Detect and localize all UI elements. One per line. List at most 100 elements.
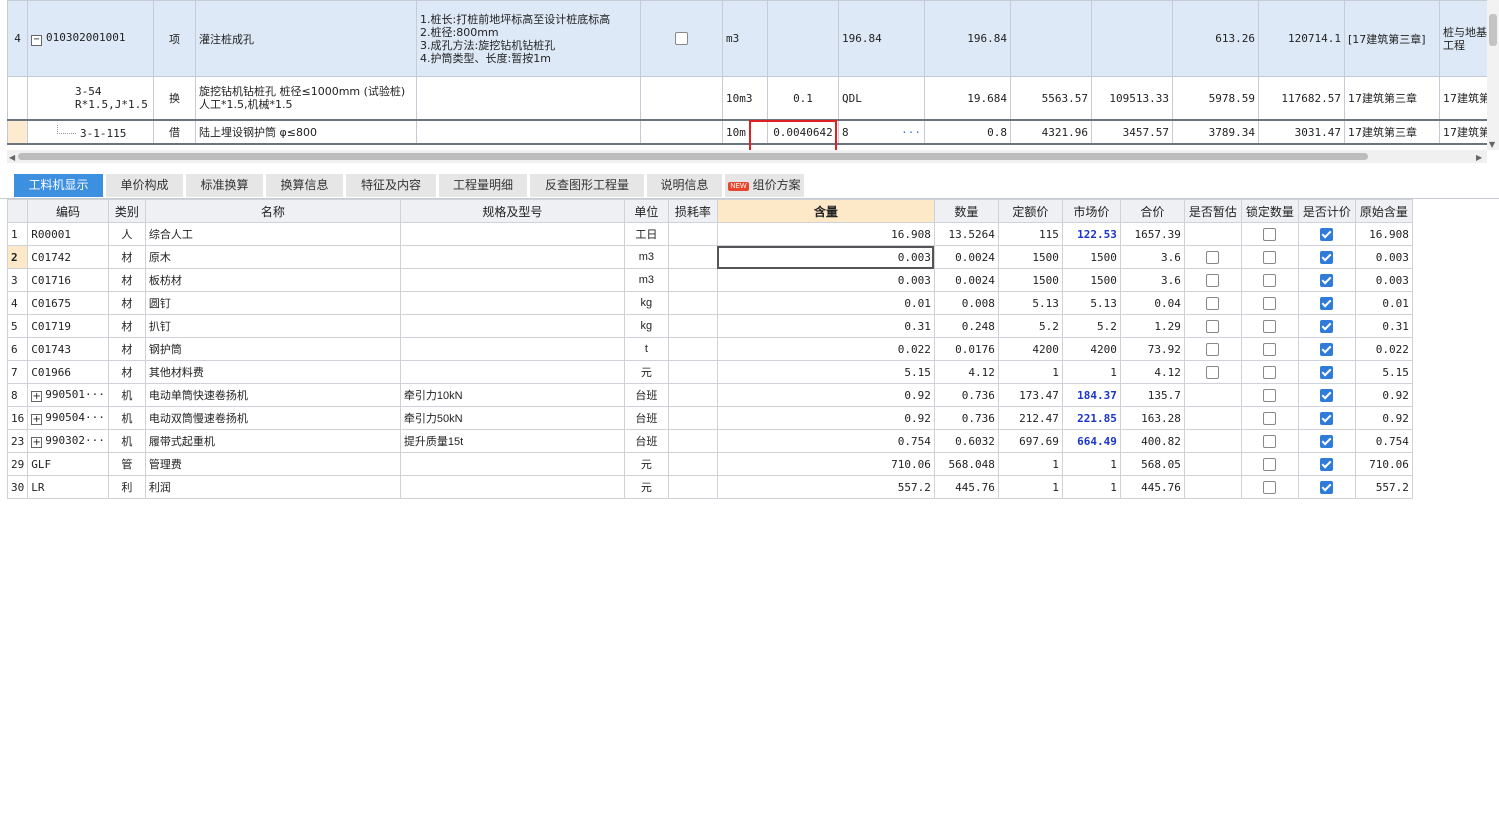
unit-cell[interactable]: 台班 [623, 406, 669, 430]
name-cell[interactable]: 陆上埋设钢护筒 φ≤800 [195, 119, 417, 145]
is-estimate-checkbox[interactable] [1206, 365, 1220, 379]
category-cell[interactable]: 人 [107, 222, 146, 246]
is-priced-checkbox[interactable] [1320, 319, 1334, 333]
code-cell[interactable]: 3-54 R*1.5,J*1.5 [27, 76, 154, 121]
loss-rate-cell[interactable] [667, 291, 718, 315]
content-cell[interactable]: 0.022 [716, 337, 935, 361]
vertical-scroll-thumb[interactable] [1489, 14, 1497, 46]
col-header-is-estimate[interactable]: 是否暂估 [1183, 199, 1242, 223]
col-header-quantity[interactable]: 数量 [933, 199, 999, 223]
content-cell[interactable]: 557.2 [716, 475, 935, 499]
table-row[interactable]: 6 C01743 材钢护筒 t 0.022 0.0176 4200 4200 73.92 0.02… [6, 337, 1413, 361]
unit-cell[interactable]: m3 [722, 0, 768, 77]
lock-qty-checkbox[interactable] [1263, 227, 1277, 241]
lock-qty-cell[interactable] [1240, 429, 1299, 453]
unit-cell[interactable]: t [623, 337, 669, 361]
is-estimate-cell[interactable] [1183, 222, 1242, 246]
collapse-icon[interactable]: − [31, 35, 42, 46]
original-content-cell[interactable]: 0.92 [1354, 406, 1413, 430]
is-estimate-cell[interactable] [1183, 245, 1242, 269]
content-cell[interactable]: 0.003 [716, 245, 935, 269]
loss-rate-cell[interactable] [667, 337, 718, 361]
table-row[interactable]: 16 +990504··· 机电动双筒慢速卷扬机 牵引力50kN 台班 0.92 0.736… [6, 406, 1413, 430]
original-content-cell[interactable]: 16.908 [1354, 222, 1413, 246]
category-cell[interactable]: 材 [107, 360, 146, 384]
tab-unit-price-composition[interactable]: 单价构成 [106, 174, 184, 197]
row-number[interactable]: 6 [6, 337, 29, 361]
market-price-cell[interactable]: 184.37 [1061, 383, 1121, 407]
qty-expr-cell[interactable] [767, 0, 839, 77]
name-cell[interactable]: 综合人工 [144, 222, 401, 246]
loss-rate-cell[interactable] [667, 383, 718, 407]
category-cell[interactable]: 机 [107, 383, 146, 407]
content-cell[interactable]: 0.754 [716, 429, 935, 453]
type-cell[interactable]: 借 [153, 119, 196, 145]
lock-qty-cell[interactable] [1240, 406, 1299, 430]
is-priced-cell[interactable] [1297, 360, 1356, 384]
checkbox-cell[interactable] [640, 119, 723, 145]
table-row[interactable]: 29 GLF 管管理费元 710.06 568.048 1 1 568.05 710.06 [6, 452, 1413, 476]
total-cell[interactable]: 568.05 [1119, 452, 1185, 476]
col-header-index[interactable] [6, 199, 29, 223]
spec-cell[interactable] [399, 268, 625, 292]
is-estimate-cell[interactable] [1183, 429, 1242, 453]
is-estimate-cell[interactable] [1183, 406, 1242, 430]
value-cell[interactable]: 4321.96 [1010, 119, 1092, 145]
total-cell[interactable]: 4.12 [1119, 360, 1185, 384]
col-header-total[interactable]: 合价 [1119, 199, 1185, 223]
code-cell[interactable]: +990501··· [27, 383, 109, 407]
is-priced-cell[interactable] [1297, 475, 1356, 499]
lock-qty-checkbox[interactable] [1263, 273, 1277, 287]
lock-qty-cell[interactable] [1240, 245, 1299, 269]
major-cell[interactable]: 桩与地基工程 [1439, 0, 1494, 77]
checkbox-cell[interactable] [640, 76, 723, 121]
loss-rate-cell[interactable] [667, 268, 718, 292]
is-priced-cell[interactable] [1297, 314, 1356, 338]
col-header-market-price[interactable]: 市场价 [1061, 199, 1121, 223]
lock-qty-cell[interactable] [1240, 314, 1299, 338]
is-priced-checkbox[interactable] [1320, 227, 1334, 241]
table-row[interactable]: 4 C01675 材圆钉 kg 0.01 0.008 5.13 5.13 0.04 0.01 [6, 291, 1413, 315]
original-content-cell[interactable]: 5.15 [1354, 360, 1413, 384]
row-number[interactable]: 3 [6, 268, 29, 292]
price-cell[interactable]: 5978.59 [1172, 76, 1259, 121]
code-cell[interactable]: 3-1-115 [27, 119, 154, 145]
is-priced-checkbox[interactable] [1320, 457, 1334, 471]
content-cell[interactable]: 0.31 [716, 314, 935, 338]
loss-rate-cell[interactable] [667, 452, 718, 476]
unit-cell[interactable]: m3 [623, 268, 669, 292]
category-cell[interactable]: 机 [107, 406, 146, 430]
row-number[interactable]: 4 [6, 291, 29, 315]
lock-qty-cell[interactable] [1240, 268, 1299, 292]
is-estimate-cell[interactable] [1183, 360, 1242, 384]
is-priced-cell[interactable] [1297, 452, 1356, 476]
qty-expr-cell[interactable]: 0.0040642 [767, 119, 839, 145]
original-content-cell[interactable]: 0.92 [1354, 383, 1413, 407]
spec-cell[interactable] [399, 337, 625, 361]
name-cell[interactable]: 灌注桩成孔 [195, 0, 417, 77]
market-price-cell[interactable]: 664.49 [1061, 429, 1121, 453]
chapter-cell[interactable]: 17建筑第三章 [1344, 76, 1440, 121]
scroll-left-arrow-icon[interactable]: ◀ [9, 153, 15, 162]
category-cell[interactable]: 机 [107, 429, 146, 453]
quantity-cell[interactable]: 0.008 [933, 291, 999, 315]
base-price-cell[interactable]: 173.47 [997, 383, 1063, 407]
code-cell[interactable]: +990504··· [27, 406, 109, 430]
is-estimate-cell[interactable] [1183, 291, 1242, 315]
code-cell[interactable]: C01675 [27, 291, 109, 315]
price-cell[interactable]: 3789.34 [1172, 119, 1259, 145]
base-price-cell[interactable]: 1 [997, 360, 1063, 384]
unit-cell[interactable]: m3 [623, 245, 669, 269]
base-price-cell[interactable]: 697.69 [997, 429, 1063, 453]
unit-cell[interactable]: kg [623, 291, 669, 315]
col-header-category[interactable]: 类别 [107, 199, 146, 223]
lock-qty-checkbox[interactable] [1263, 319, 1277, 333]
is-estimate-checkbox[interactable] [1206, 250, 1220, 264]
is-priced-checkbox[interactable] [1320, 250, 1334, 264]
total-cell[interactable]: 1.29 [1119, 314, 1185, 338]
is-priced-checkbox[interactable] [1320, 296, 1334, 310]
type-cell[interactable]: 换 [153, 76, 196, 121]
is-estimate-checkbox[interactable] [1206, 319, 1220, 333]
total-cell[interactable]: 73.92 [1119, 337, 1185, 361]
tab-graphic-quantity-lookup[interactable]: 反查图形工程量 [530, 174, 645, 197]
